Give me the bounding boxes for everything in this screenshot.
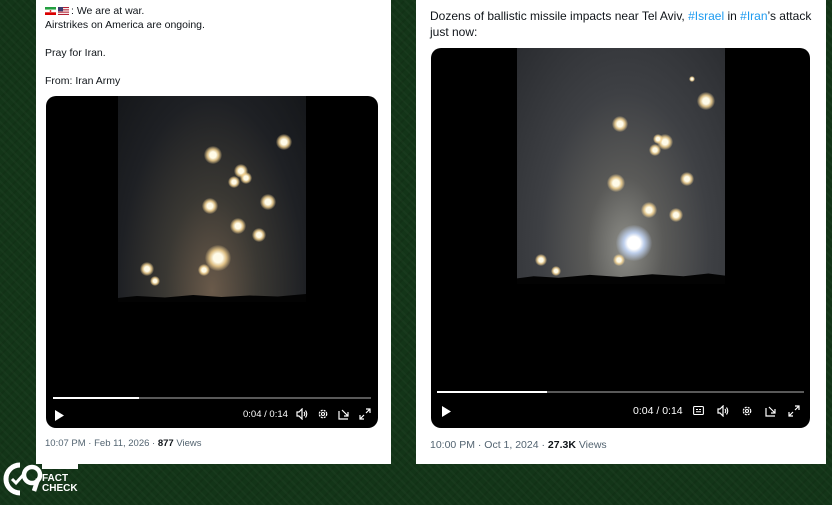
progress-bar-fill xyxy=(53,397,139,399)
gear-icon xyxy=(318,409,328,419)
post-meta: 10:07 PM · Feb 11, 2026 · 877 Views xyxy=(45,438,202,449)
video-frame xyxy=(517,48,725,284)
settings-button[interactable] xyxy=(741,405,753,417)
timestamp[interactable]: 10:00 PM · Oct 1, 2024 · xyxy=(430,439,548,451)
logo-text-line-2: CHECK xyxy=(42,483,78,494)
video-player[interactable]: 0:04 / 0:14 xyxy=(431,48,810,428)
views-label: Views xyxy=(173,438,202,449)
hashtag-israel[interactable]: #Israel xyxy=(688,9,724,23)
hashtag-iran[interactable]: #Iran xyxy=(740,9,767,23)
post-meta: 10:00 PM · Oct 1, 2024 · 27.3K Views xyxy=(430,439,607,451)
progress-bar[interactable] xyxy=(437,391,804,393)
fullscreen-button[interactable] xyxy=(788,405,800,417)
progress-bar-fill xyxy=(437,391,548,393)
fullscreen-icon xyxy=(359,408,371,420)
timestamp[interactable]: 10:07 PM · Feb 11, 2026 · xyxy=(45,438,158,449)
volume-icon xyxy=(296,408,308,420)
progress-bar[interactable] xyxy=(53,397,371,399)
iran-flag-icon xyxy=(45,5,56,19)
volume-icon xyxy=(717,405,729,417)
post-text-line-1: : We are at war. xyxy=(45,4,144,19)
post-text-line-4: From: Iran Army xyxy=(45,75,121,87)
post-text-line-2: Airstrikes on America are ongoing. xyxy=(45,19,205,31)
pip-button[interactable] xyxy=(765,405,777,417)
captions-button[interactable] xyxy=(693,405,704,416)
captions-icon xyxy=(693,405,704,416)
pip-icon xyxy=(765,406,776,417)
video-time: 0:04 / 0:14 xyxy=(243,409,288,420)
pip-button[interactable] xyxy=(338,408,350,420)
video-frame xyxy=(118,96,306,302)
us-flag-icon xyxy=(58,5,69,19)
play-icon xyxy=(55,410,64,421)
fullscreen-button[interactable] xyxy=(359,408,371,420)
video-time: 0:04 / 0:14 xyxy=(633,405,683,417)
pip-icon xyxy=(338,409,349,420)
post-text: : We are at war. xyxy=(71,5,145,17)
post-text-line-2: just now: xyxy=(430,25,478,39)
post-text: in xyxy=(724,9,741,23)
post-text-line-3: Pray for Iran. xyxy=(45,47,106,59)
fact-check-logo: FACT CHECK xyxy=(2,461,82,497)
left-post-card: : We are at war. Airstrikes on America a… xyxy=(36,0,391,464)
views-count: 27.3K xyxy=(547,439,576,451)
play-button[interactable] xyxy=(441,406,451,417)
settings-button[interactable] xyxy=(317,408,329,420)
views-label: Views xyxy=(575,439,607,451)
volume-button[interactable] xyxy=(717,405,729,417)
post-text: ’s attack xyxy=(767,9,812,23)
gear-icon xyxy=(742,406,752,416)
post-text: Dozens of ballistic missile impacts near… xyxy=(430,9,689,23)
post-text-line-1: Dozens of ballistic missile impacts near… xyxy=(430,8,811,24)
play-icon xyxy=(442,406,451,417)
fullscreen-icon xyxy=(788,405,800,417)
play-button[interactable] xyxy=(54,410,64,421)
right-post-card: Dozens of ballistic missile impacts near… xyxy=(416,0,826,464)
video-player[interactable]: 0:04 / 0:14 xyxy=(46,96,378,428)
volume-button[interactable] xyxy=(296,408,308,420)
views-count: 877 xyxy=(157,438,174,449)
